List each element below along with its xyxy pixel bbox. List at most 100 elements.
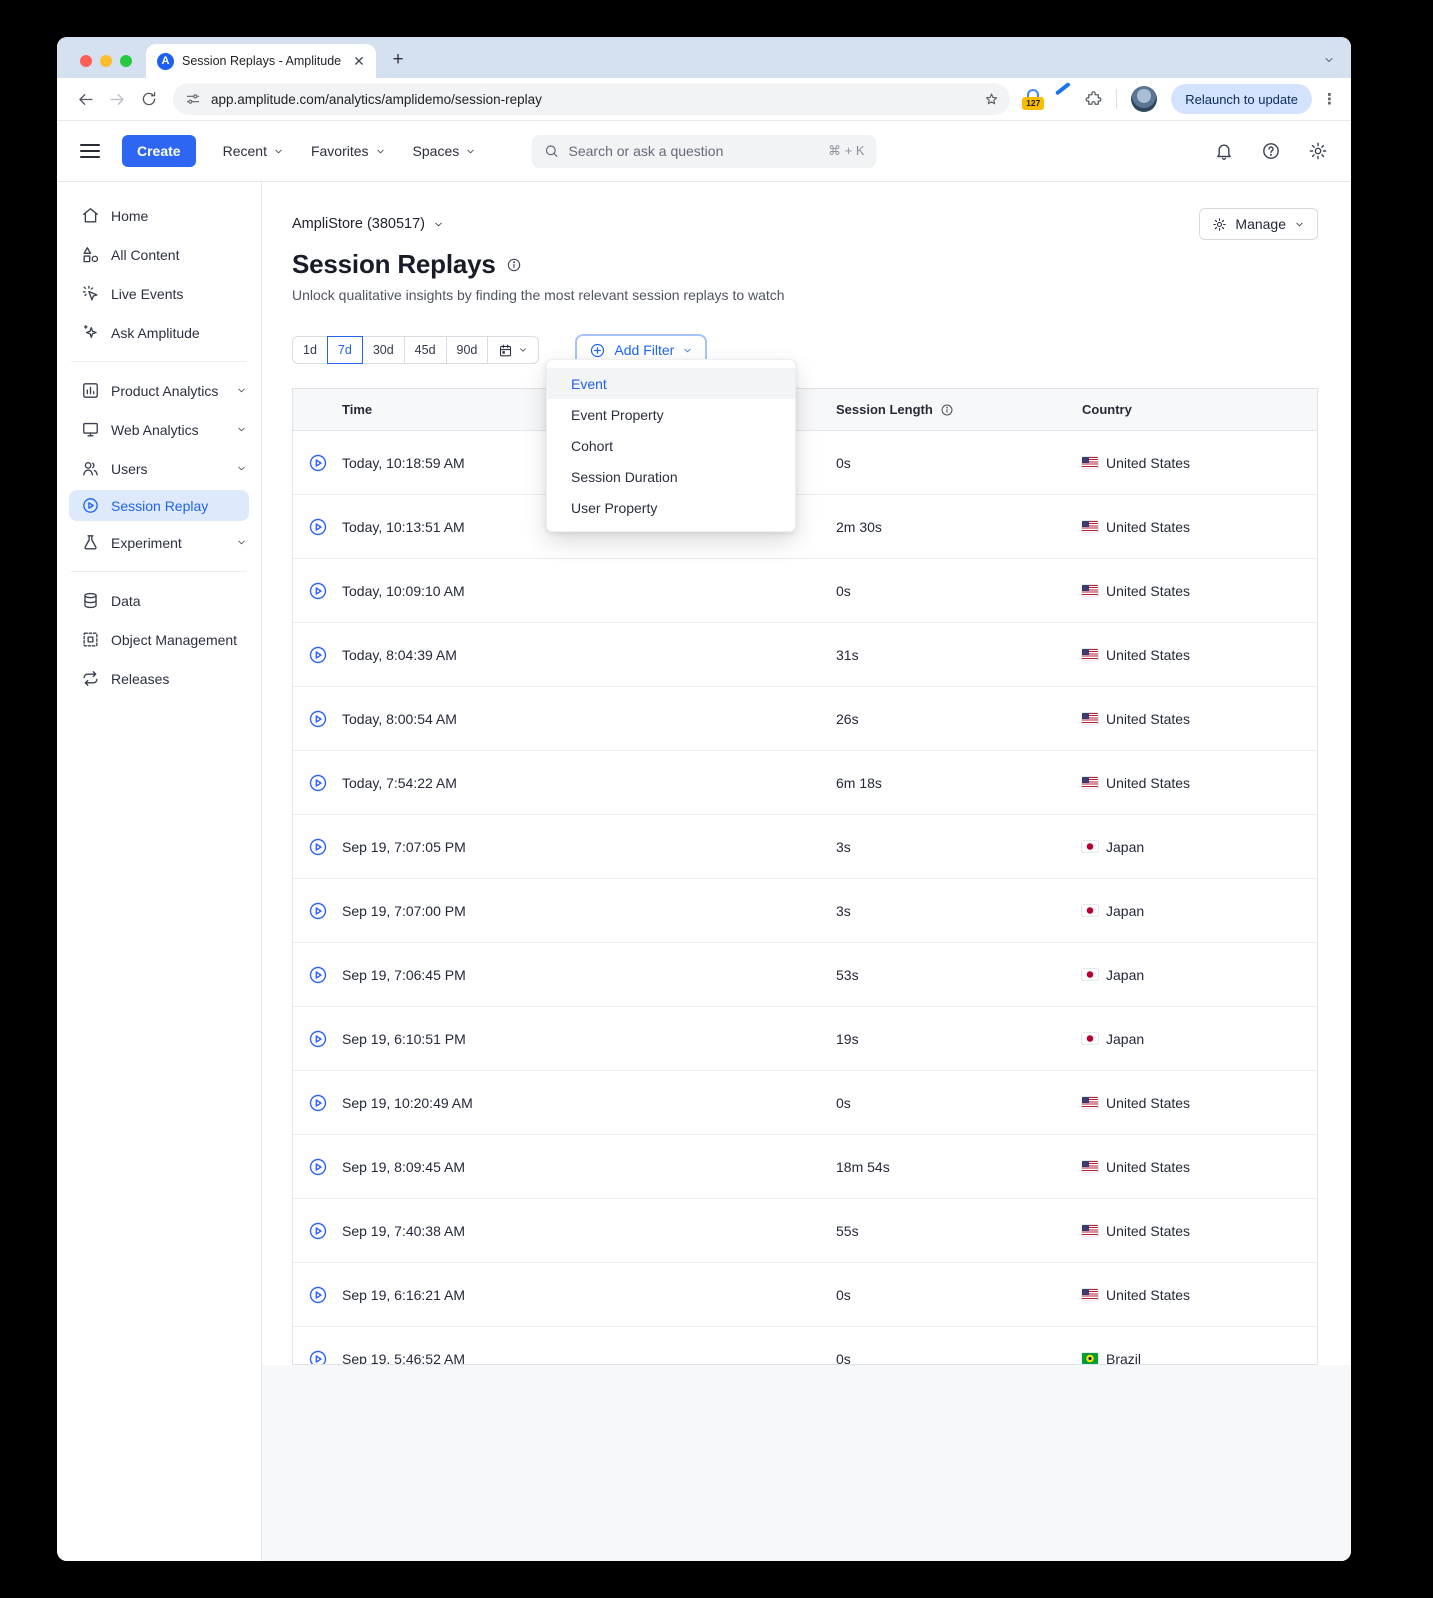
table-row[interactable]: Sep 19, 5:46:52 AM 0s Brazil [293, 1327, 1317, 1364]
tab-search-chevron-icon[interactable] [1323, 54, 1335, 66]
tab-close-icon[interactable]: ✕ [350, 52, 368, 70]
play-replay-icon[interactable] [308, 453, 328, 473]
table-row[interactable]: Today, 10:09:10 AM 0s United States [293, 559, 1317, 623]
table-row[interactable]: Today, 8:04:39 AM 31s United States [293, 623, 1317, 687]
play-replay-icon[interactable] [308, 1285, 328, 1305]
menu-item-event[interactable]: Event [547, 368, 795, 399]
extensions-puzzle-icon[interactable] [1080, 86, 1106, 112]
search-input[interactable]: Search or ask a question ⌘ + K [531, 134, 877, 168]
table-row[interactable]: Sep 19, 10:20:49 AM 0s United States [293, 1071, 1317, 1135]
sidebar-item-session-replay[interactable]: Session Replay [69, 490, 249, 521]
country-name: United States [1106, 1094, 1191, 1111]
site-settings-icon[interactable] [185, 91, 201, 107]
play-replay-icon[interactable] [308, 837, 328, 857]
country-name: Japan [1106, 966, 1145, 983]
info-icon[interactable] [940, 403, 954, 417]
project-selector[interactable]: AmpliStore (380517) [292, 216, 444, 232]
pen-extension-icon[interactable] [1050, 86, 1076, 112]
sidebar-item-object-management[interactable]: Object Management [57, 620, 261, 659]
sidebar-item-label: Web Analytics [111, 421, 199, 438]
range-45d-button[interactable]: 45d [404, 336, 447, 364]
play-replay-icon[interactable] [308, 517, 328, 537]
menu-recent[interactable]: Recent [223, 143, 284, 159]
menu-favorites[interactable]: Favorites [311, 143, 386, 159]
info-icon[interactable] [506, 257, 522, 273]
play-replay-icon[interactable] [308, 1029, 328, 1049]
menu-item-session-duration[interactable]: Session Duration [547, 461, 795, 492]
play-replay-icon[interactable] [308, 965, 328, 985]
forward-button[interactable] [103, 85, 131, 113]
table-row[interactable]: Sep 19, 7:07:05 PM 3s Japan [293, 815, 1317, 879]
country-name: Japan [1106, 1030, 1145, 1047]
session-length: 18m 54s [836, 1158, 890, 1175]
calendar-icon [500, 344, 512, 356]
bookmark-star-icon[interactable] [983, 91, 1000, 108]
range-90d-button[interactable]: 90d [446, 336, 489, 364]
profile-avatar[interactable] [1131, 86, 1158, 112]
create-button[interactable]: Create [122, 135, 196, 167]
play-replay-icon[interactable] [308, 773, 328, 793]
range-30d-button[interactable]: 30d [362, 336, 405, 364]
custom-date-button[interactable] [488, 336, 540, 364]
menu-spaces[interactable]: Spaces [413, 143, 477, 159]
browser-menu-icon[interactable]: ⋮ [1316, 90, 1339, 108]
menu-item-user-property[interactable]: User Property [547, 492, 795, 523]
range-7d-button[interactable]: 7d [326, 336, 363, 364]
sidebar-item-product-analytics[interactable]: Product Analytics [57, 371, 261, 410]
sidebar-item-label: Session Replay [111, 497, 209, 514]
table-row[interactable]: Sep 19, 8:09:45 AM 18m 54s United States [293, 1135, 1317, 1199]
minimize-window-button[interactable] [100, 55, 112, 67]
table-row[interactable]: Sep 19, 7:40:38 AM 55s United States [293, 1199, 1317, 1263]
sidebar-item-experiment[interactable]: Experiment [57, 523, 261, 562]
menu-item-event-property[interactable]: Event Property [547, 399, 795, 430]
relaunch-to-update-button[interactable]: Relaunch to update [1171, 84, 1312, 114]
session-time: Today, 8:00:54 AM [342, 710, 457, 727]
table-row[interactable]: Today, 10:18:59 AM 0s United States [293, 431, 1317, 495]
table-row[interactable]: Sep 19, 6:16:21 AM 0s United States [293, 1263, 1317, 1327]
browser-toolbar: app.amplitude.com/analytics/amplidemo/se… [57, 78, 1351, 121]
sidebar-item-home[interactable]: Home [57, 196, 261, 235]
play-replay-icon[interactable] [308, 1093, 328, 1113]
table-row[interactable]: Sep 19, 7:06:45 PM 53s Japan [293, 943, 1317, 1007]
play-replay-icon[interactable] [308, 1221, 328, 1241]
range-1d-button[interactable]: 1d [292, 336, 328, 364]
table-row[interactable]: Today, 7:54:22 AM 6m 18s United States [293, 751, 1317, 815]
column-country: Country [1082, 402, 1132, 417]
session-time: Sep 19, 10:20:49 AM [342, 1094, 473, 1111]
settings-gear-icon[interactable] [1308, 141, 1328, 161]
browser-tab[interactable]: A Session Replays - Amplitude ✕ [146, 44, 376, 78]
help-icon[interactable] [1261, 141, 1281, 161]
url-bar[interactable]: app.amplitude.com/analytics/amplidemo/se… [173, 83, 1011, 115]
play-replay-icon[interactable] [308, 645, 328, 665]
reload-button[interactable] [135, 85, 163, 113]
play-replay-icon[interactable] [308, 1157, 328, 1177]
sidebar-item-live-events[interactable]: Live Events [57, 274, 261, 313]
zoom-window-button[interactable] [120, 55, 132, 67]
table-row[interactable]: Sep 19, 6:10:51 PM 19s Japan [293, 1007, 1317, 1071]
users-icon [81, 459, 100, 478]
back-button[interactable] [71, 85, 99, 113]
sidebar-item-users[interactable]: Users [57, 449, 261, 488]
sidebar-item-data[interactable]: Data [57, 581, 261, 620]
menu-item-cohort[interactable]: Cohort [547, 430, 795, 461]
session-country: Brazil [1082, 1351, 1317, 1364]
manage-button[interactable]: Manage [1199, 208, 1318, 240]
sidebar-item-all-content[interactable]: All Content [57, 235, 261, 274]
table-row[interactable]: Today, 8:00:54 AM 26s United States [293, 687, 1317, 751]
play-replay-icon[interactable] [308, 901, 328, 921]
table-row[interactable]: Today, 10:13:51 AM 2m 30s United States [293, 495, 1317, 559]
sidebar-item-web-analytics[interactable]: Web Analytics [57, 410, 261, 449]
sidebar-item-releases[interactable]: Releases [57, 659, 261, 698]
hamburger-menu-icon[interactable] [80, 144, 100, 158]
notifications-bell-icon[interactable] [1214, 141, 1234, 161]
gear-icon [1213, 217, 1227, 231]
new-tab-button[interactable]: + [384, 46, 412, 74]
extension-badge-icon[interactable]: 127 [1020, 86, 1046, 112]
table-row[interactable]: Sep 19, 7:07:00 PM 3s Japan [293, 879, 1317, 943]
play-replay-icon[interactable] [308, 1349, 328, 1364]
play-replay-icon[interactable] [308, 581, 328, 601]
play-replay-icon[interactable] [308, 709, 328, 729]
country-name: United States [1106, 774, 1191, 791]
sidebar-item-ask-amplitude[interactable]: Ask Amplitude [57, 313, 261, 352]
close-window-button[interactable] [80, 55, 92, 67]
